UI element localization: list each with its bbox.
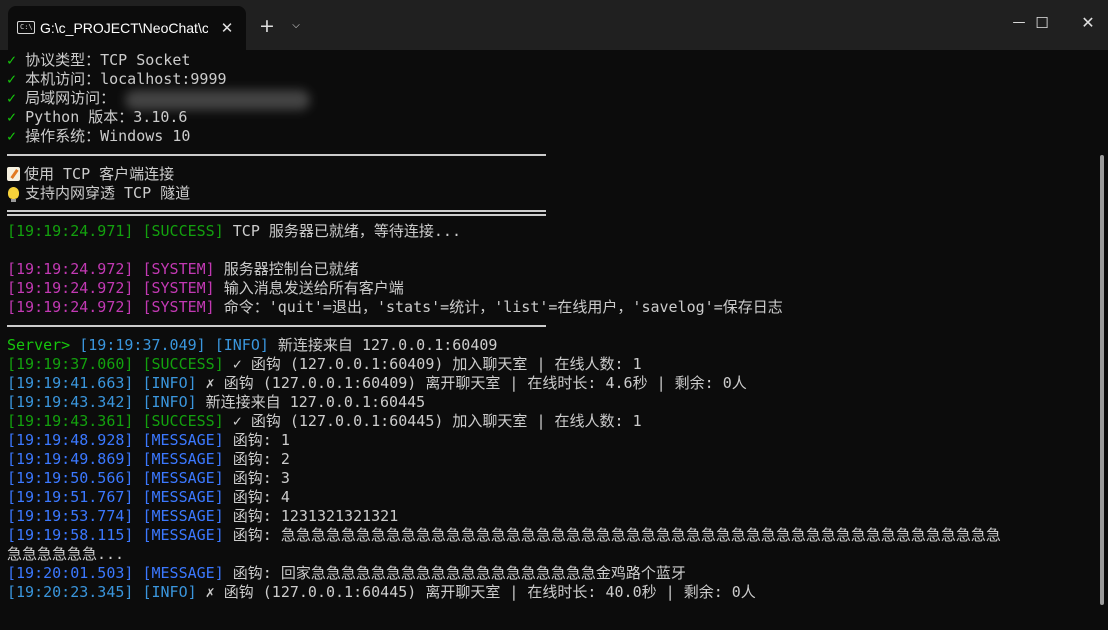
tip-line: 支持内网穿透 TCP 隧道 [7, 184, 190, 203]
log-line-wrap: 急急急急急急... [7, 545, 125, 563]
terminal-tab[interactable]: C:\ G:\c_PROJECT\NeoChat\c ✕ [8, 6, 246, 50]
log-line: [19:19:48.928] [MESSAGE] 函钩: 1 [7, 431, 290, 449]
log-line-system: [19:19:24.972] [SYSTEM] 服务器控制台已就绪 [7, 260, 359, 278]
log-line-system: [19:19:24.972] [SYSTEM] 输入消息发送给所有客户端 [7, 279, 404, 297]
close-window-button[interactable]: ✕ [1065, 0, 1108, 46]
info-line-python: ✓ Python 版本：3.10.6 [7, 108, 188, 126]
check-mark: ✓ [7, 51, 17, 69]
info-line-lan: ✓ 局域网访问： [7, 89, 116, 107]
lightbulb-icon [8, 187, 19, 202]
log-line: [19:19:50.566] [MESSAGE] 函钩: 3 [7, 469, 290, 487]
divider [7, 325, 546, 327]
log-line: [19:19:43.361] [SUCCESS] ✓ 函钩 (127.0.0.1… [7, 412, 642, 430]
log-line: [19:19:49.869] [MESSAGE] 函钩: 2 [7, 450, 290, 468]
tip-line: 使用 TCP 客户端连接 [7, 165, 174, 184]
log-line: [19:20:01.503] [MESSAGE] 函钩: 回家急急急急急急急急急… [7, 564, 686, 582]
log-line-system: [19:19:24.972] [SYSTEM] 命令：'quit'=退出，'st… [7, 298, 783, 316]
title-bar: C:\ G:\c_PROJECT\NeoChat\c ✕ + ⌵ — ☐ ✕ [0, 0, 1108, 50]
check-mark: ✓ [7, 127, 17, 145]
log-line: Server> [19:19:37.049] [INFO] 新连接来自 127.… [7, 336, 498, 354]
memo-icon [7, 167, 20, 181]
log-line: [19:19:58.115] [MESSAGE] 函钩: 急急急急急急急急急急急… [7, 526, 1001, 544]
tab-title: G:\c_PROJECT\NeoChat\c [40, 20, 208, 36]
console-output[interactable]: ✓ 协议类型：TCP Socket ✓ 本机访问：localhost:9999 … [0, 50, 1096, 630]
info-line-os: ✓ 操作系统：Windows 10 [7, 127, 191, 145]
new-tab-button[interactable]: + [255, 14, 279, 38]
info-line-local: ✓ 本机访问：localhost:9999 [7, 70, 227, 88]
info-line-protocol: ✓ 协议类型：TCP Socket [7, 51, 191, 69]
log-line: [19:19:37.060] [SUCCESS] ✓ 函钩 (127.0.0.1… [7, 355, 642, 373]
log-line-ready: [19:19:24.971] [SUCCESS] TCP 服务器已就绪，等待连接… [7, 222, 461, 240]
log-line: [19:19:41.663] [INFO] ✗ 函钩 (127.0.0.1:60… [7, 374, 747, 392]
terminal-icon: C:\ [17, 21, 35, 34]
divider [7, 154, 546, 156]
double-divider [7, 214, 546, 216]
check-mark: ✓ [7, 108, 17, 126]
close-tab-icon[interactable]: ✕ [215, 16, 239, 40]
double-divider [7, 210, 546, 212]
scrollbar[interactable] [1100, 155, 1104, 605]
server-prompt: Server> [7, 336, 80, 354]
redacted-address [125, 90, 310, 110]
log-line: [19:19:53.774] [MESSAGE] 函钩: 12313213213… [7, 507, 399, 525]
check-mark: ✓ [7, 70, 17, 88]
log-line: [19:19:43.342] [INFO] 新连接来自 127.0.0.1:60… [7, 393, 426, 411]
check-mark: ✓ [7, 89, 17, 107]
log-line: [19:20:23.345] [INFO] ✗ 函钩 (127.0.0.1:60… [7, 583, 756, 601]
log-line: [19:19:51.767] [MESSAGE] 函钩: 4 [7, 488, 290, 506]
maximize-button[interactable]: ☐ [1019, 0, 1065, 46]
tab-dropdown-icon[interactable]: ⌵ [285, 14, 307, 38]
